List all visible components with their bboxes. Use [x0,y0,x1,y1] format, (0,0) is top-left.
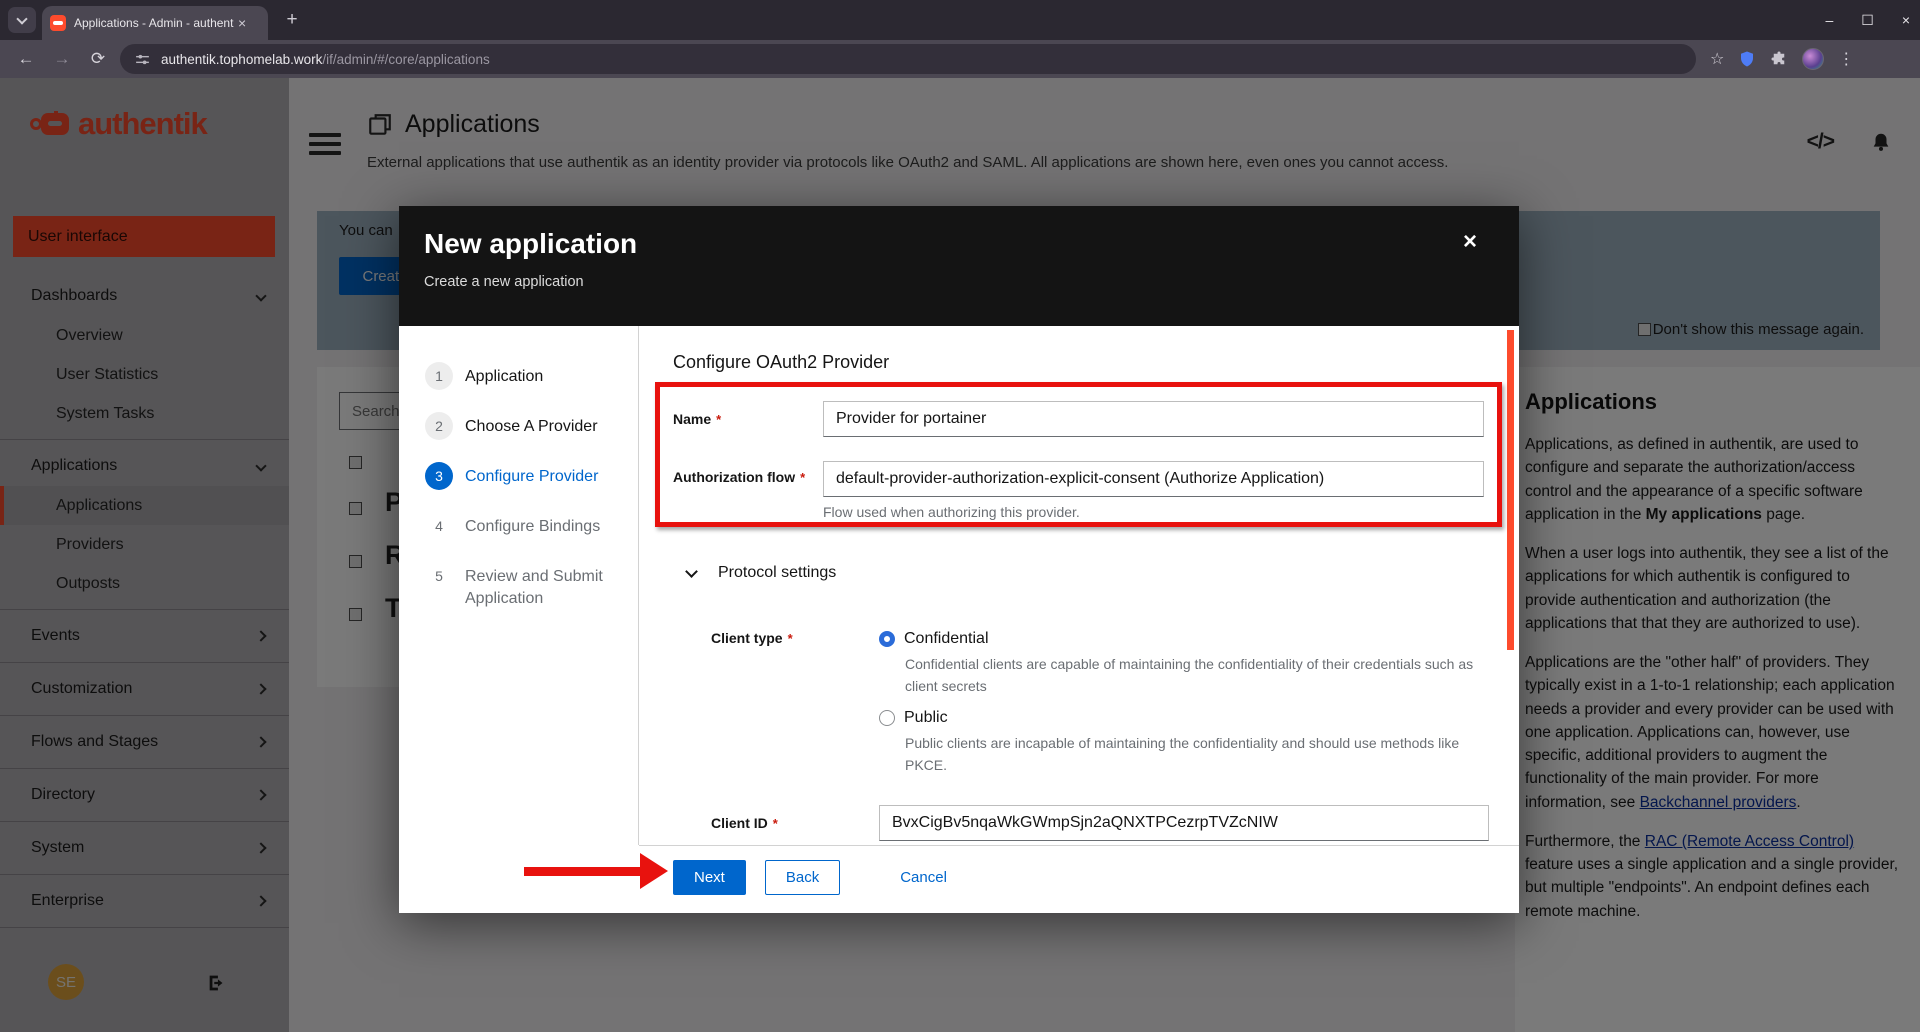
step-number: 2 [425,412,453,440]
annotation-arrow-shaft [524,867,642,876]
window-minimize-button[interactable]: – [1825,12,1833,28]
radio-confidential-description: Confidential clients are capable of main… [905,654,1489,697]
step-label: Application [465,362,615,388]
chevron-down-icon [16,13,27,24]
browser-profile-avatar[interactable] [1802,48,1824,70]
modal-title: New application [424,228,637,260]
browser-menu-icon[interactable]: ⋮ [1838,49,1854,69]
protocol-settings-group: Client type * Confidential Confidential c… [711,630,1489,841]
tab-search-button[interactable] [8,7,36,33]
modal-footer: Next Back Cancel [399,845,1519,913]
step-number: 5 [425,562,453,590]
radio-public[interactable]: Public [879,709,1489,727]
radio-unselected-icon[interactable] [879,710,895,726]
content-heading: Configure OAuth2 Provider [673,352,1489,373]
step-label: Choose A Provider [465,412,615,438]
annotation-highlight-box [655,382,1502,527]
wizard-steps: 1 Application 2 Choose A Provider 3 Conf… [399,326,639,845]
back-button[interactable]: Back [765,860,840,895]
radio-public-description: Public clients are incapable of maintain… [905,733,1489,776]
label-text: Client type [711,630,783,646]
new-tab-button[interactable]: + [280,8,304,32]
form-row-client-type: Client type * Confidential Confidential c… [711,630,1489,789]
extensions-puzzle-icon[interactable] [1770,50,1788,68]
step-label: Configure Provider [465,462,615,488]
annotation-arrow-head [640,853,668,889]
browser-chrome: Applications - Admin - authenti × + – ☐ … [0,0,1920,78]
screen: Applications - Admin - authenti × + – ☐ … [0,0,1920,1032]
tab-strip: Applications - Admin - authenti × + – ☐ … [0,0,1920,40]
tab-title: Applications - Admin - authenti [74,16,234,30]
forward-button[interactable]: → [44,49,80,69]
client-type-label: Client type * [711,630,879,789]
new-application-modal: New application Create a new application… [399,206,1519,913]
url-path: /if/admin/#/core/applications [322,52,489,67]
required-marker: * [773,816,778,831]
next-button[interactable]: Next [673,860,746,895]
client-id-input[interactable] [879,805,1489,841]
divider [639,845,1519,846]
radio-selected-icon[interactable] [879,631,895,647]
wizard-step-configure-provider[interactable]: 3 Configure Provider [399,454,638,498]
radio-label: Confidential [904,630,989,648]
required-marker: * [788,631,793,646]
back-button[interactable]: ← [8,49,44,69]
form-row-client-id: Client ID * [711,805,1489,841]
step-label: Review and Submit Application [465,562,615,609]
authentik-favicon-icon [50,15,66,31]
browser-tab[interactable]: Applications - Admin - authenti × [42,6,268,40]
modal-scrollbar-thumb[interactable] [1507,330,1514,650]
wizard-step-choose-provider[interactable]: 2 Choose A Provider [399,404,638,448]
bookmark-star-icon[interactable]: ☆ [1710,49,1724,69]
window-close-button[interactable]: × [1902,12,1910,28]
window-maximize-button[interactable]: ☐ [1861,12,1874,29]
step-number: 4 [425,512,453,540]
url-domain: authentik.tophomelab.work [161,52,322,67]
protocol-settings-label: Protocol settings [718,564,836,582]
radio-confidential[interactable]: Confidential [879,630,1489,648]
browser-toolbar: ← → ⟳ authentik.tophomelab.work/if/admin… [0,40,1920,78]
window-controls: – ☐ × [1825,0,1910,40]
step-label: Configure Bindings [465,512,615,538]
modal-header: New application Create a new application… [399,206,1519,326]
chevron-down-icon [685,565,698,578]
modal-close-icon[interactable]: × [1463,228,1477,256]
cancel-button[interactable]: Cancel [900,869,947,886]
label-text: Client ID [711,815,768,831]
step-number: 3 [425,462,453,490]
reload-button[interactable]: ⟳ [80,49,116,69]
site-settings-icon[interactable] [134,51,151,68]
modal-subtitle: Create a new application [424,274,584,290]
url-bar[interactable]: authentik.tophomelab.work/if/admin/#/cor… [120,44,1696,74]
protocol-settings-toggle[interactable]: Protocol settings [673,564,1489,582]
wizard-step-configure-bindings[interactable]: 4 Configure Bindings [399,504,638,548]
step-number: 1 [425,362,453,390]
radio-label: Public [904,709,948,727]
shield-extension-icon[interactable] [1738,50,1756,68]
tab-close-icon[interactable]: × [238,15,246,31]
wizard-step-review-submit[interactable]: 5 Review and Submit Application [399,554,638,617]
wizard-step-application[interactable]: 1 Application [399,354,638,398]
client-id-label: Client ID * [711,805,879,841]
url-text: authentik.tophomelab.work/if/admin/#/cor… [161,52,490,67]
